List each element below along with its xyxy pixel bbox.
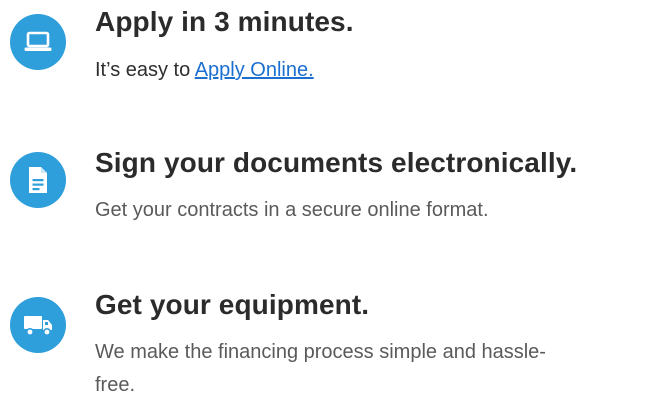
step-title: Sign your documents electronically. xyxy=(95,147,578,178)
step-description: Get your contracts in a secure online fo… xyxy=(95,199,489,221)
step-description-text: It’s easy to xyxy=(95,59,195,81)
laptop-icon xyxy=(10,14,66,70)
step-title: Get your equipment. xyxy=(95,289,370,320)
step-description: We make the financing process simple and… xyxy=(95,341,546,396)
document-icon xyxy=(10,152,66,208)
step-description: It’s easy to Apply Online. xyxy=(95,54,314,87)
truck-icon xyxy=(10,297,66,353)
apply-online-link[interactable]: Apply Online. xyxy=(195,59,314,81)
step-title: Apply in 3 minutes. xyxy=(95,6,354,37)
